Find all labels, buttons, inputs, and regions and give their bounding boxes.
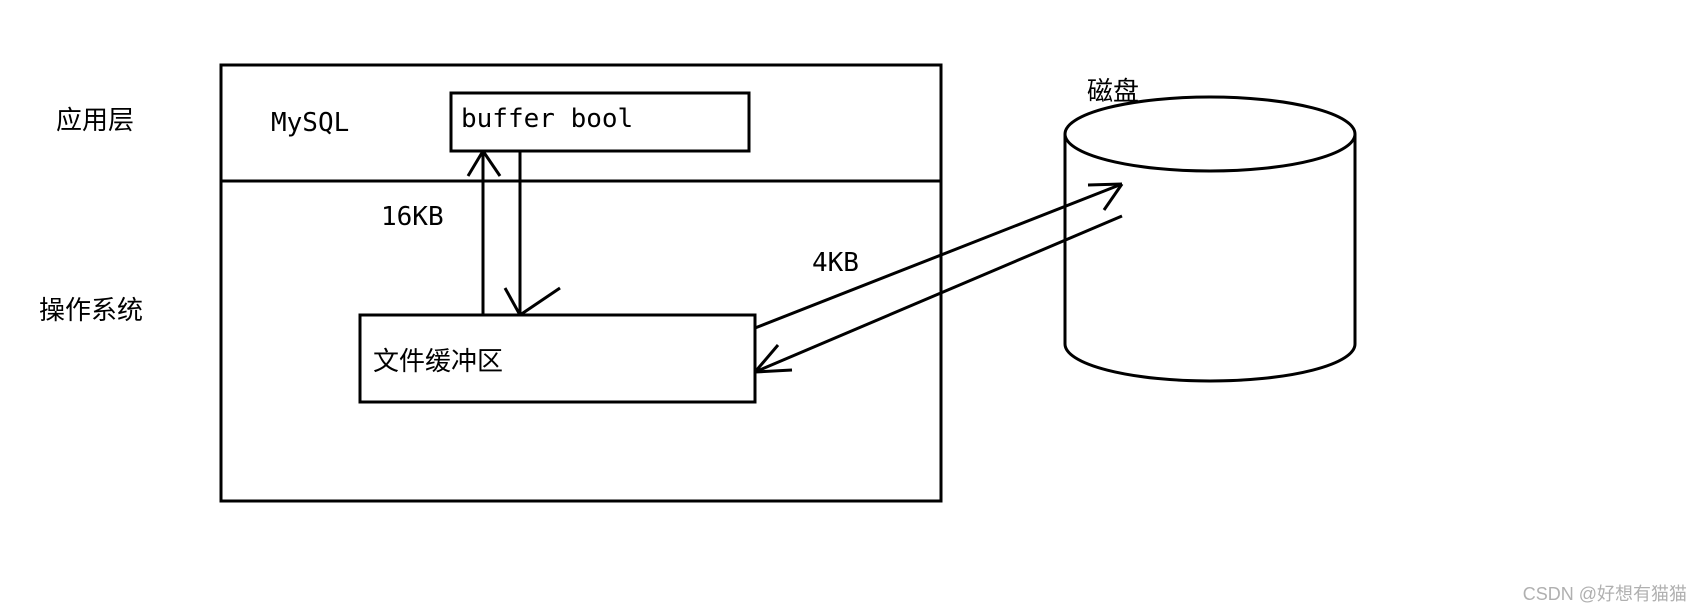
- size-4kb-label: 4KB: [812, 248, 859, 278]
- mysql-label: MySQL: [271, 108, 349, 138]
- diagram-canvas: [0, 0, 1707, 616]
- watermark-text: CSDN @好想有猫猫: [1523, 580, 1687, 606]
- buffer-pool-label: buffer bool: [461, 104, 633, 134]
- disk-top-ellipse: [1065, 97, 1355, 171]
- size-16kb-label: 16KB: [381, 202, 444, 232]
- app-layer-label: 应用层: [56, 100, 134, 137]
- arrow-down-head1: [505, 288, 520, 315]
- disk-bottom-curve: [1065, 344, 1355, 381]
- os-layer-label: 操作系统: [39, 290, 143, 327]
- disk-label: 磁盘: [1087, 71, 1139, 108]
- file-cache-label: 文件缓冲区: [373, 341, 503, 378]
- arrow-right-line: [755, 184, 1122, 328]
- arrow-down-head2: [520, 288, 560, 315]
- arrow-left-head1: [755, 370, 792, 372]
- arrow-up-head2: [483, 151, 500, 176]
- arrow-up-head1: [468, 151, 483, 176]
- arrow-right-head1: [1088, 184, 1122, 185]
